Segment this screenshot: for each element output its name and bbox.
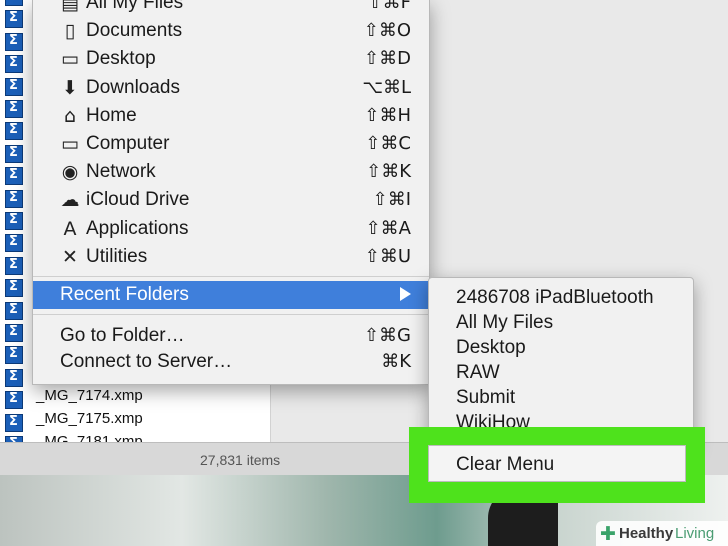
xmp-file-icon [5,55,23,74]
applications-icon: A [63,217,77,240]
xmp-file-icon [5,0,23,6]
menu-item-shortcut: ⌘K [381,351,411,372]
menu-item-go-to-folder[interactable]: Go to Folder… ⇧⌘G [33,322,429,350]
desktop-icon: ▭ [61,48,79,71]
menu-item-label: Desktop [86,48,156,70]
menu-item-label: Computer [86,133,170,154]
xmp-file-icon [5,256,23,275]
menu-item-label: Connect to Server… [60,351,233,372]
recent-folder-item[interactable]: All My Files [456,312,553,334]
xmp-file-icon [5,324,23,342]
cross-logo-icon: ✚ [600,523,616,545]
menu-item-label: Downloads [86,76,180,98]
documents-icon: ▯ [64,20,76,43]
file-row[interactable]: _MG_7175.xmp [36,410,143,427]
network-icon: ◉ [61,161,79,184]
xmp-file-icon [5,346,23,365]
clear-menu-label: Clear Menu [456,454,555,475]
menu-item-shortcut: ⇧⌘G [363,325,411,346]
menu-item-label: All My Files [86,0,184,13]
xmp-file-icon [5,234,23,253]
menu-item-shortcut: ⇧⌘H [364,104,411,126]
go-menu: ▤ All My Files ⇧⌘F ▯ Documents ⇧⌘O ▭ Desktop ⇧⌘D… [32,0,430,385]
xmp-file-icon [5,279,23,298]
menu-item-documents[interactable]: ▯ Documents ⇧⌘O [33,17,429,45]
watermark-text: Healthy [619,525,674,542]
recent-folder-item[interactable]: Submit [456,387,515,409]
menu-separator [33,314,429,315]
menu-item-network[interactable]: ◉ Network ⇧⌘K [33,158,429,186]
xmp-file-icon [5,368,23,387]
xmp-file-icon [5,301,23,320]
recent-folder-item[interactable]: Desktop [456,337,526,359]
menu-item-label: Network [86,161,156,183]
icloud-icon: ☁ [60,189,80,212]
file-row[interactable]: _MG_7181.xmp [36,433,143,442]
menu-item-label: Recent Folders [60,284,189,305]
menu-item-shortcut: ⇧⌘D [364,48,411,70]
menu-item-shortcut: ⇧⌘K [366,161,411,183]
xmp-file-icon [5,413,23,432]
xmp-file-icon [5,100,23,118]
recent-folders-submenu: 2486708 iPadBluetooth All My Files Deskt… [428,277,694,447]
xmp-file-icon [5,144,23,163]
file-icon-column [0,0,28,442]
menu-item-downloads[interactable]: ⬇ Downloads ⌥⌘L [33,74,429,102]
menu-item-shortcut: ⇧⌘C [365,133,411,154]
menu-item-shortcut: ⇧⌘I [372,189,411,211]
clear-menu-item[interactable]: Clear Menu [428,445,686,482]
recent-folder-item[interactable]: RAW [456,362,500,384]
menu-item-applications[interactable]: A Applications ⇧⌘A [33,215,429,243]
file-row[interactable]: _MG_7174.xmp [36,387,143,404]
menu-item-recent-folders[interactable]: Recent Folders [33,281,429,309]
menu-item-label: Documents [86,20,183,42]
menu-item-shortcut: ⇧⌘O [363,20,411,42]
menu-item-label: Home [86,104,137,126]
watermark: ✚ Healthy Living [596,521,728,546]
menu-item-label: iCloud Drive [86,189,190,211]
menu-item-home[interactable]: ⌂ Home ⇧⌘H [33,102,429,130]
menu-item-computer[interactable]: ▭ Computer ⇧⌘C [33,130,429,158]
downloads-icon: ⬇ [62,76,78,99]
item-count: 27,831 items [200,452,281,468]
menu-item-desktop[interactable]: ▭ Desktop ⇧⌘D [33,45,429,73]
watermark-text: Living [675,525,715,542]
xmp-file-icon [5,122,23,141]
menu-item-label: Utilities [86,245,148,267]
computer-icon: ▭ [61,133,79,155]
menu-item-icloud-drive[interactable]: ☁ iCloud Drive ⇧⌘I [33,186,429,214]
menu-item-shortcut: ⌥⌘L [362,76,411,98]
xmp-file-icon [5,167,23,186]
menu-separator [33,276,429,277]
menu-item-label: Go to Folder… [60,325,185,346]
recent-folder-item[interactable]: 2486708 iPadBluetooth [456,287,654,309]
xmp-file-icon [5,189,23,208]
menu-item-shortcut: ⇧⌘F [367,0,411,13]
menu-item-all-my-files[interactable]: ▤ All My Files ⇧⌘F [33,0,429,17]
menu-item-utilities[interactable]: ✕ Utilities ⇧⌘U [33,243,429,271]
submenu-arrow-icon [400,287,411,301]
menu-item-connect-to-server[interactable]: Connect to Server… ⌘K [33,348,429,376]
xmp-file-icon [5,391,23,410]
xmp-file-icon [5,212,23,230]
xmp-file-icon [5,77,23,96]
menu-item-shortcut: ⇧⌘U [364,245,411,267]
menu-item-shortcut: ⇧⌘A [365,217,411,239]
xmp-file-icon [5,32,23,51]
utilities-icon: ✕ [62,245,78,268]
home-icon: ⌂ [63,104,77,127]
menu-item-label: Applications [86,217,189,239]
xmp-file-icon [5,10,23,29]
all-my-files-icon: ▤ [61,0,79,14]
